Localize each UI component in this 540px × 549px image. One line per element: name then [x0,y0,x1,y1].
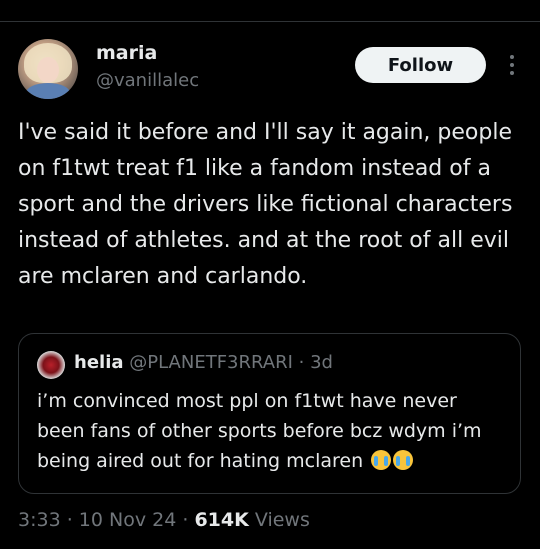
tweet-meta: 3:33 · 10 Nov 24 · 614K Views [18,509,310,531]
tweet-text: I've said it before and I'll say it agai… [18,120,520,289]
quoted-tweet-header: helia @PLANETF3RRARI · 3d [74,352,333,373]
quoted-header-separator: · [292,352,311,373]
quoted-tweet-text: i’m convinced most ppl on f1twt have nev… [37,386,507,476]
quoted-author-display-name[interactable]: helia [74,352,124,373]
loudly-crying-face-icon [371,450,392,470]
author-avatar[interactable] [18,39,78,99]
views-label: Views [248,509,310,531]
quoted-tweet-card[interactable]: helia @PLANETF3RRARI · 3d i’m convinced … [18,333,521,494]
quoted-tweet-body: i’m convinced most ppl on f1twt have nev… [37,390,482,472]
loudly-crying-face-icon [393,450,414,470]
author-handle[interactable]: @vanillalec [96,70,199,91]
avatar-face [37,57,59,83]
quoted-author-avatar[interactable] [37,351,65,379]
author-display-name[interactable]: maria [96,42,157,64]
meta-separator: · [176,509,195,531]
views-count[interactable]: 614K [194,509,248,531]
more-dot [510,63,514,67]
more-vertical-icon[interactable] [500,50,524,80]
meta-separator: · [60,509,79,531]
follow-button[interactable]: Follow [355,47,486,83]
tweet-date[interactable]: 10 Nov 24 [79,509,177,531]
more-dot [510,55,514,59]
more-dot [510,71,514,75]
quoted-author-handle[interactable]: @PLANETF3RRARI [129,352,293,373]
tweet-time[interactable]: 3:33 [18,509,61,531]
avatar-shirt [26,83,70,99]
quoted-tweet-age[interactable]: 3d [310,352,333,373]
top-divider [0,21,540,22]
